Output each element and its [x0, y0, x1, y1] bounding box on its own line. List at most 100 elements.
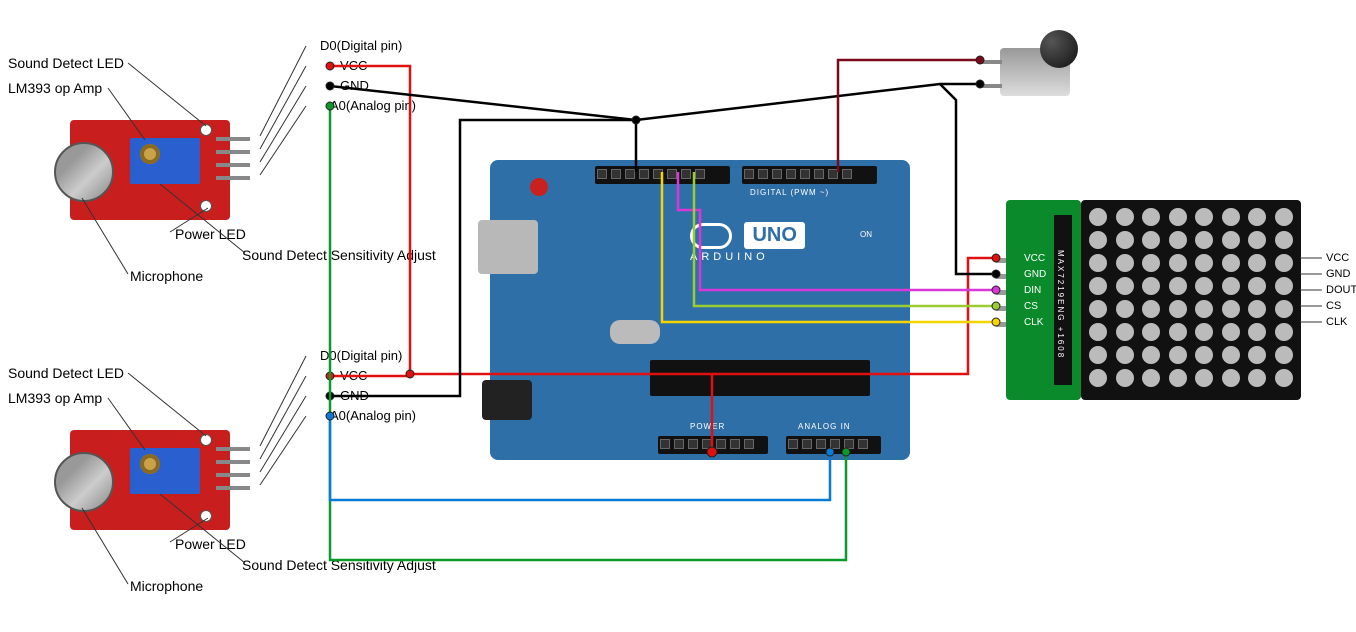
matrix-led-dot — [1169, 208, 1187, 226]
button-leg — [980, 60, 1002, 64]
matrix-in-pin — [996, 306, 1006, 311]
analog-header — [786, 436, 881, 454]
power-jack-icon — [482, 380, 532, 420]
matrix-row — [1089, 254, 1293, 277]
matrix-led-dot — [1116, 300, 1134, 318]
sound-detect-led — [200, 434, 212, 446]
matrix-led-dot — [1169, 369, 1187, 387]
button-cap-icon — [1040, 30, 1078, 68]
sound1-a0-label: A0(Analog pin) — [330, 98, 416, 113]
push-button[interactable] — [1000, 30, 1090, 100]
matrix-led-dot — [1116, 208, 1134, 226]
sound2-gnd-label: GND — [340, 388, 369, 403]
matrix-led-dot — [1195, 323, 1213, 341]
sound1-opamp-callout: LM393 op Amp — [8, 80, 102, 96]
arduino-brand-label: ARDUINO — [690, 251, 805, 263]
matrix-led-dot — [1275, 346, 1293, 364]
matrix-led-dot — [1222, 254, 1240, 272]
sound2-led-callout: Sound Detect LED — [8, 365, 124, 381]
max7219-chip-label: MAX7219ENG +1608 — [1056, 250, 1065, 359]
sound-sensor-2 — [70, 420, 242, 540]
matrix-led-dot — [1248, 300, 1266, 318]
matrix-in-pin — [996, 290, 1006, 295]
matrix-led-dot — [1169, 231, 1187, 249]
sound1-mic-callout: Microphone — [130, 268, 203, 284]
matrix-led-dot — [1116, 277, 1134, 295]
matrix-in-gnd: GND — [1024, 269, 1046, 280]
digital-header-left — [595, 166, 730, 184]
matrix-led-dot — [1195, 231, 1213, 249]
matrix-led-dot — [1248, 346, 1266, 364]
matrix-led-dot — [1089, 323, 1107, 341]
matrix-row — [1089, 323, 1293, 346]
matrix-led-dot — [1275, 208, 1293, 226]
matrix-in-clk: CLK — [1024, 317, 1043, 328]
matrix-led-dot — [1222, 231, 1240, 249]
matrix-led-dot — [1248, 323, 1266, 341]
power-led — [200, 200, 212, 212]
matrix-led-dot — [1169, 277, 1187, 295]
pot-screw-icon — [140, 144, 160, 164]
matrix-led-dot — [1248, 277, 1266, 295]
matrix-led-dot — [1142, 300, 1160, 318]
matrix-led-dot — [1248, 231, 1266, 249]
matrix-out-clk: CLK — [1326, 316, 1347, 328]
sound2-powerled-callout: Power LED — [175, 536, 246, 552]
matrix-led-dot — [1116, 346, 1134, 364]
matrix-led-dot — [1142, 323, 1160, 341]
sound2-d0-label: D0(Digital pin) — [320, 348, 402, 363]
sound1-sens-callout: Sound Detect Sensitivity Adjust — [242, 247, 436, 263]
matrix-led-dot — [1116, 254, 1134, 272]
matrix-led-dot — [1089, 300, 1107, 318]
arduino-logo: UNO ARDUINO — [690, 222, 805, 263]
microphone-icon — [54, 142, 114, 202]
sound-header-pins — [216, 128, 250, 189]
infinity-icon — [690, 223, 732, 249]
pot-screw-icon — [140, 454, 160, 474]
reset-button[interactable] — [530, 178, 548, 196]
matrix-led-dot — [1142, 231, 1160, 249]
matrix-led-dot — [1142, 254, 1160, 272]
matrix-led-dot — [1275, 254, 1293, 272]
matrix-led-dot — [1089, 277, 1107, 295]
matrix-led-dot — [1116, 231, 1134, 249]
matrix-out-gnd: GND — [1326, 268, 1350, 280]
usb-port-icon — [478, 220, 538, 274]
potentiometer — [130, 138, 200, 184]
microphone-icon — [54, 452, 114, 512]
matrix-led-dot — [1222, 300, 1240, 318]
matrix-led-dot — [1275, 231, 1293, 249]
matrix-led-dot — [1275, 369, 1293, 387]
matrix-led-dot — [1089, 208, 1107, 226]
matrix-led-dot — [1275, 323, 1293, 341]
matrix-led-dot — [1089, 254, 1107, 272]
analog-section-label: ANALOG IN — [798, 422, 851, 431]
matrix-led-dot — [1169, 254, 1187, 272]
matrix-led-dot — [1195, 254, 1213, 272]
sound-detect-led — [200, 124, 212, 136]
matrix-led-dot — [1142, 208, 1160, 226]
matrix-in-cs: CS — [1024, 301, 1038, 312]
sound2-vcc-label: VCC — [340, 368, 367, 383]
matrix-led-dot — [1089, 231, 1107, 249]
sound2-a0-label: A0(Analog pin) — [330, 408, 416, 423]
led-matrix-module: MAX7219ENG +1608 VCC GND DIN CS CLK — [1006, 200, 1301, 400]
sound2-sens-callout: Sound Detect Sensitivity Adjust — [242, 557, 436, 573]
sound-sensor-1 — [70, 110, 242, 230]
matrix-led-dot — [1275, 277, 1293, 295]
matrix-row — [1089, 300, 1293, 323]
on-led-label: ON — [860, 230, 872, 239]
sound1-led-callout: Sound Detect LED — [8, 55, 124, 71]
matrix-led-dot — [1142, 346, 1160, 364]
matrix-led-dot — [1222, 277, 1240, 295]
matrix-led-dot — [1195, 300, 1213, 318]
sound2-opamp-callout: LM393 op Amp — [8, 390, 102, 406]
digital-header-right — [742, 166, 877, 184]
sound-header-pins — [216, 438, 250, 499]
sound1-d0-label: D0(Digital pin) — [320, 38, 402, 53]
matrix-row — [1089, 231, 1293, 254]
matrix-led-dot — [1222, 323, 1240, 341]
matrix-led-dot — [1222, 208, 1240, 226]
matrix-led-dot — [1248, 369, 1266, 387]
matrix-led-dot — [1222, 369, 1240, 387]
